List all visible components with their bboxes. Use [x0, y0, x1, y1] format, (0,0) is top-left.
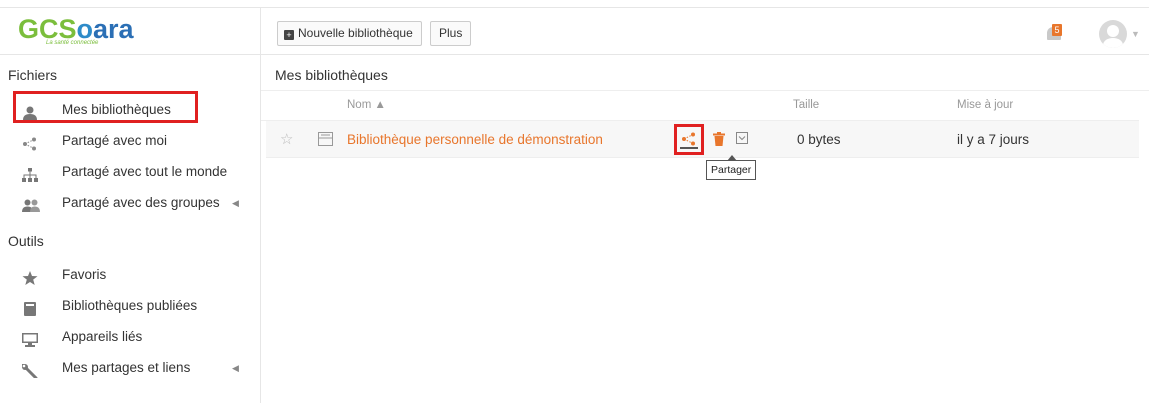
more-options-icon[interactable]: [736, 132, 748, 144]
sidebar-item-shared-with-all[interactable]: Partagé avec tout le monde: [18, 159, 248, 185]
sidebar-item-label: Bibliothèques publiées: [62, 298, 198, 313]
sidebar-item-label: Partagé avec des groupes: [62, 195, 220, 210]
avatar[interactable]: [1099, 20, 1127, 48]
library-size: 0 bytes: [797, 132, 841, 147]
share-tooltip: Partager: [706, 155, 757, 180]
avatar-body: [1103, 38, 1123, 48]
column-header-updated: Mise à jour: [957, 99, 1014, 111]
trash-icon[interactable]: [713, 132, 725, 146]
files-section-title: Fichiers: [8, 67, 58, 83]
selected-highlight-frame: [13, 91, 198, 123]
monitor-icon: [22, 330, 38, 347]
sidebar-item-label: Partagé avec moi: [62, 133, 168, 148]
header-divider: [260, 8, 261, 55]
more-button[interactable]: Plus: [430, 21, 472, 46]
main-panel: Mes bibliothèques Nom ▲ Taille Mise à jo…: [261, 55, 1149, 403]
sidebar-item-label: Favoris: [62, 267, 107, 282]
org-chart-icon: [22, 165, 38, 182]
sidebar-item-label: Partagé avec tout le monde: [62, 164, 228, 179]
library-name-link[interactable]: Bibliothèque personnelle de démonstratio…: [347, 132, 603, 147]
top-bar: GCSoara La santé connectée + Nouvelle bib…: [0, 7, 1149, 55]
sidebar-item-label: Appareils liés: [62, 329, 143, 344]
new-library-label: Nouvelle bibliothèque: [298, 26, 413, 40]
star-icon: [22, 268, 38, 285]
sidebar-item-published-libraries[interactable]: Bibliothèques publiées: [18, 293, 248, 319]
logo-text: GCSoara: [18, 14, 134, 44]
share-icon: [22, 134, 38, 151]
avatar-head: [1107, 25, 1119, 37]
logo[interactable]: GCSoara La santé connectée: [18, 14, 134, 47]
share-highlight-frame: [674, 124, 704, 155]
sidebar-item-favorites[interactable]: Favoris: [18, 262, 248, 288]
library-updated: il y a 7 jours: [957, 132, 1030, 147]
sidebar-item-label: Mes partages et liens: [62, 360, 191, 375]
tools-section-title: Outils: [8, 233, 44, 249]
library-icon: [318, 132, 333, 146]
sidebar-item-shared-with-groups[interactable]: Partagé avec des groupes ◀: [18, 190, 248, 216]
group-icon: [22, 196, 40, 212]
sidebar-item-linked-devices[interactable]: Appareils liés: [18, 324, 248, 350]
star-icon[interactable]: ☆: [280, 130, 293, 148]
notifications-button[interactable]: 5: [1047, 24, 1063, 42]
wrench-icon: [21, 361, 38, 380]
logo-tagline: La santé connectée: [46, 40, 99, 46]
notification-badge: 5: [1052, 24, 1062, 36]
new-library-button[interactable]: + Nouvelle bibliothèque: [277, 21, 422, 46]
logo-text-ara: ara: [93, 14, 134, 44]
plus-icon: +: [284, 30, 294, 40]
column-header-name[interactable]: Nom ▲: [347, 99, 386, 111]
expand-arrow-icon[interactable]: ◀: [232, 355, 239, 381]
sidebar-item-shared-with-me[interactable]: Partagé avec moi: [18, 128, 248, 154]
title-divider: [261, 90, 1149, 91]
expand-arrow-icon[interactable]: ◀: [232, 190, 239, 216]
column-header-size: Taille: [793, 99, 820, 111]
book-icon: [22, 299, 38, 316]
chevron-down-icon[interactable]: ▼: [1131, 29, 1140, 39]
page-title: Mes bibliothèques: [275, 67, 388, 83]
sidebar-item-my-shares-and-links[interactable]: Mes partages et liens ◀: [18, 355, 248, 381]
